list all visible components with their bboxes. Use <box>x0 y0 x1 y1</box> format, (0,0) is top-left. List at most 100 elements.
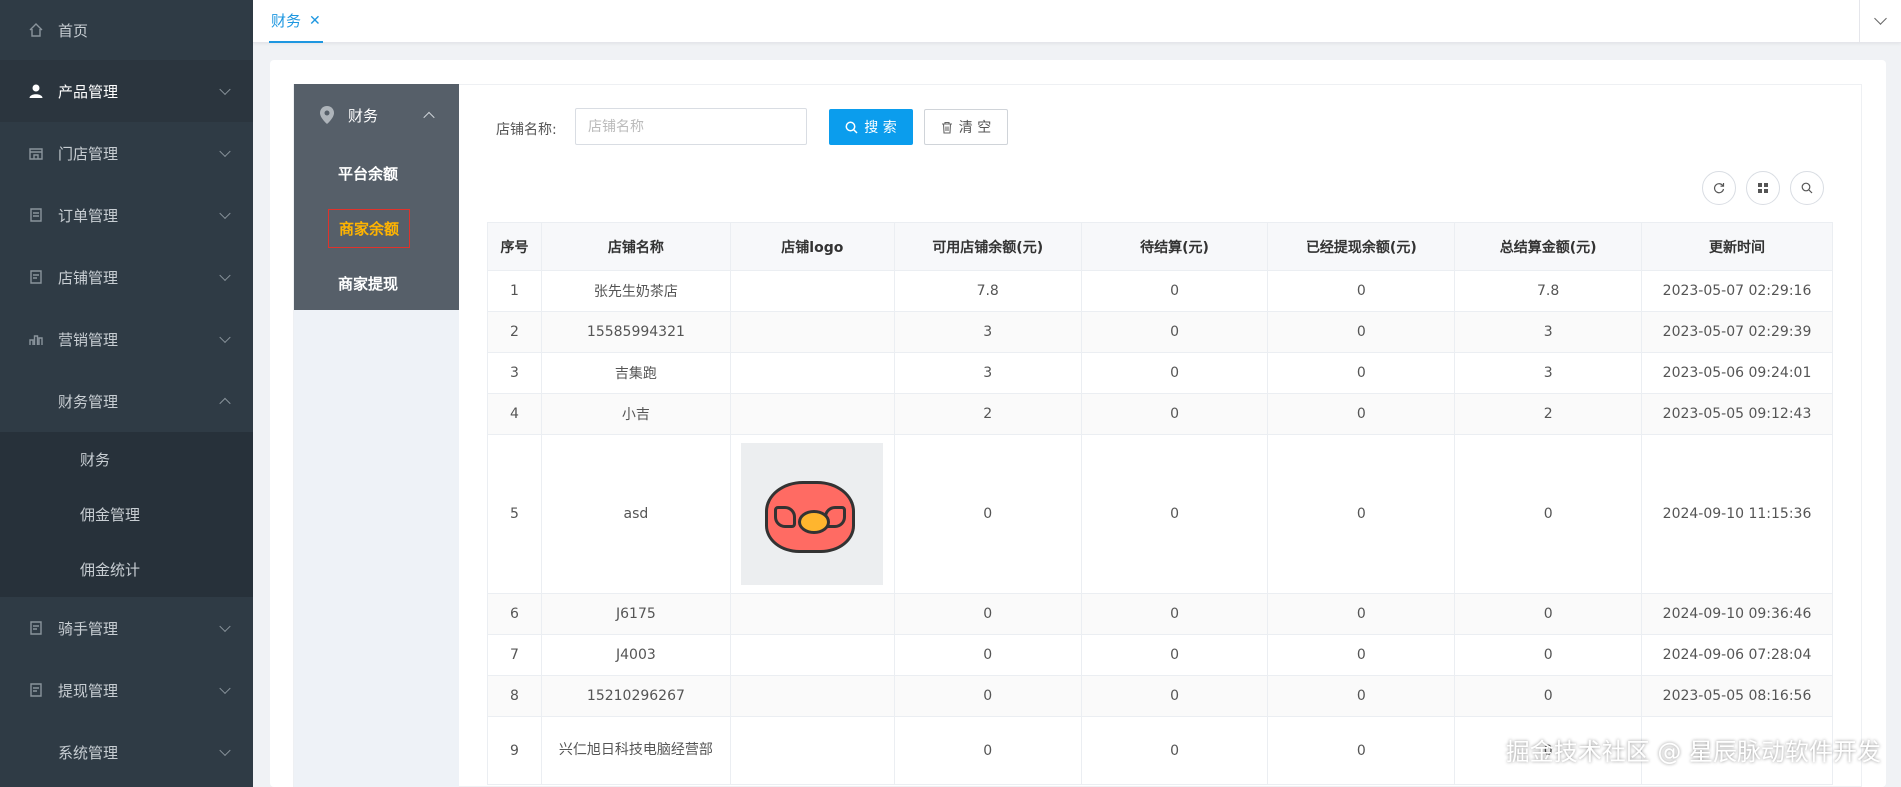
cell-logo <box>729 675 895 717</box>
table-row[interactable]: 3 吉集跑 3 0 0 3 2023-05-06 09:24:01 <box>487 352 1833 394</box>
subnav-header[interactable]: 财务 <box>294 84 459 146</box>
sidebar-item-orders[interactable]: 订单管理 <box>0 184 253 246</box>
column-header[interactable]: 已经提现余额(元) <box>1267 222 1456 271</box>
cell-index: 8 <box>487 675 542 717</box>
top-tab-bar: 财务 ✕ <box>253 0 1901 43</box>
toggle-search-button[interactable] <box>1790 171 1824 205</box>
subnav-item-platform-balance[interactable]: 平台余额 <box>294 146 459 201</box>
cell-pending: 0 <box>1080 393 1269 435</box>
cell-shop-name: 兴仁旭日科技电脑经营部 <box>540 716 731 785</box>
tab-finance[interactable]: 财务 ✕ <box>269 0 323 43</box>
cell-index: 7 <box>487 634 542 676</box>
cell-pending: 0 <box>1080 434 1269 594</box>
cell-updated: 2023-05-05 08:16:56 <box>1641 675 1833 717</box>
sidebar-item-home[interactable]: 首页 <box>0 0 253 60</box>
cell-index: 6 <box>487 593 542 635</box>
sidebar-subitem-finance[interactable]: 财务 <box>0 432 253 487</box>
cell-available: 0 <box>893 593 1082 635</box>
sidebar-item-label: 财务管理 <box>58 392 119 411</box>
chevron-down-icon <box>219 207 231 220</box>
column-header[interactable]: 更新时间 <box>1641 222 1833 271</box>
sidebar-item-withdraw[interactable]: 提现管理 <box>0 659 253 721</box>
cell-shop-name: asd <box>540 434 731 594</box>
sidebar-item-marketing[interactable]: 营销管理 <box>0 308 253 370</box>
cell-withdrawn: 0 <box>1267 434 1456 594</box>
cell-withdrawn: 0 <box>1267 593 1456 635</box>
column-header[interactable]: 店铺名称 <box>540 222 731 271</box>
table-row[interactable]: 4 小吉 2 0 0 2 2023-05-05 09:12:43 <box>487 393 1833 435</box>
tabs-dropdown-button[interactable] <box>1859 0 1901 43</box>
cell-total: 3 <box>1454 352 1643 394</box>
cell-logo <box>729 434 895 594</box>
refresh-icon <box>1713 183 1725 194</box>
cell-index: 4 <box>487 393 542 435</box>
column-header[interactable]: 待结算(元) <box>1080 222 1269 271</box>
cell-shop-name: 15210296267 <box>540 675 731 717</box>
cell-logo <box>729 593 895 635</box>
cell-total: 0 <box>1454 634 1643 676</box>
finance-submenu: 财务 佣金管理 佣金统计 <box>0 432 253 597</box>
sidebar-item-stores[interactable]: 门店管理 <box>0 122 253 184</box>
sidebar-item-finance[interactable]: 财务管理 <box>0 370 253 432</box>
sidebar-item-label: 产品管理 <box>58 82 119 101</box>
cell-shop-name: 小吉 <box>540 393 731 435</box>
cell-shop-name: 吉集跑 <box>540 352 731 394</box>
cell-available: 3 <box>893 311 1082 353</box>
cell-withdrawn: 0 <box>1267 311 1456 353</box>
cell-updated: 2023-05-05 09:12:43 <box>1641 393 1833 435</box>
cell-withdrawn: 0 <box>1267 270 1456 312</box>
sidebar-item-label: 门店管理 <box>58 144 119 163</box>
pig-logo-icon <box>765 481 856 553</box>
rider-icon <box>26 618 46 638</box>
clear-button[interactable]: 清 空 <box>924 109 1008 145</box>
cell-updated: 2023-05-06 09:24:01 <box>1641 352 1833 394</box>
cell-total: 2 <box>1454 393 1643 435</box>
table-row[interactable]: 8 15210296267 0 0 0 0 2023-05-05 08:16:5… <box>487 675 1833 717</box>
user-icon <box>26 81 46 101</box>
column-header[interactable]: 总结算金额(元) <box>1454 222 1643 271</box>
chevron-down-icon <box>219 145 231 158</box>
column-toggle-button[interactable] <box>1746 171 1780 205</box>
table-row[interactable]: 1 张先生奶茶店 7.8 0 0 7.8 2023-05-07 02:29:16 <box>487 270 1833 312</box>
cell-shop-name: J4003 <box>540 634 731 676</box>
search-button[interactable]: 搜 索 <box>829 109 913 145</box>
refresh-button[interactable] <box>1702 171 1736 205</box>
sidebar-item-products[interactable]: 产品管理 <box>0 60 253 122</box>
cell-index: 1 <box>487 270 542 312</box>
tab-label: 财务 <box>271 12 302 30</box>
cell-available: 0 <box>893 716 1082 785</box>
cell-logo <box>729 311 895 353</box>
column-header[interactable]: 序号 <box>487 222 542 271</box>
sidebar-item-system[interactable]: 系统管理 <box>0 721 253 783</box>
subnav-item-merchant-withdraw[interactable]: 商家提现 <box>294 256 459 311</box>
table-row[interactable]: 6 J6175 0 0 0 0 2024-09-10 09:36:46 <box>487 593 1833 635</box>
column-header[interactable]: 可用店铺余额(元) <box>893 222 1082 271</box>
table-row[interactable]: 5 asd 0 0 0 0 2024-09-10 11:15:36 <box>487 434 1833 594</box>
cell-shop-name: 张先生奶茶店 <box>540 270 731 312</box>
sidebar-item-riders[interactable]: 骑手管理 <box>0 597 253 659</box>
cell-logo <box>729 716 895 785</box>
cell-available: 0 <box>893 675 1082 717</box>
finance-subnav: 财务 平台余额 商家余额 商家提现 <box>294 84 459 787</box>
sidebar-item-label: 系统管理 <box>58 743 119 762</box>
shop-logo-image[interactable] <box>741 443 884 585</box>
search-button-label: 搜 索 <box>864 120 897 136</box>
table-row[interactable]: 2 15585994321 3 0 0 3 2023-05-07 02:29:3… <box>487 311 1833 353</box>
column-header[interactable]: 店铺logo <box>729 222 895 271</box>
shop-name-input[interactable] <box>575 108 807 145</box>
subnav-item-label: 商家余额 <box>328 209 411 248</box>
sidebar-item-label: 营销管理 <box>58 330 119 349</box>
cell-updated: 2024-09-06 07:28:04 <box>1641 634 1833 676</box>
close-icon[interactable]: ✕ <box>309 13 321 29</box>
chevron-down-icon <box>219 331 231 344</box>
sidebar-subitem-commission-stats[interactable]: 佣金统计 <box>0 542 253 597</box>
subnav-item-merchant-balance[interactable]: 商家余额 <box>294 201 459 256</box>
cell-pending: 0 <box>1080 352 1269 394</box>
chevron-down-icon <box>219 620 231 633</box>
sidebar-item-label: 订单管理 <box>58 206 119 225</box>
chevron-down-icon <box>219 682 231 695</box>
watermark: 掘金技术社区 @ 星辰脉动软件开发 <box>1505 738 1881 766</box>
sidebar-subitem-commission[interactable]: 佣金管理 <box>0 487 253 542</box>
table-row[interactable]: 7 J4003 0 0 0 0 2024-09-06 07:28:04 <box>487 634 1833 676</box>
sidebar-item-shops[interactable]: 店铺管理 <box>0 246 253 308</box>
